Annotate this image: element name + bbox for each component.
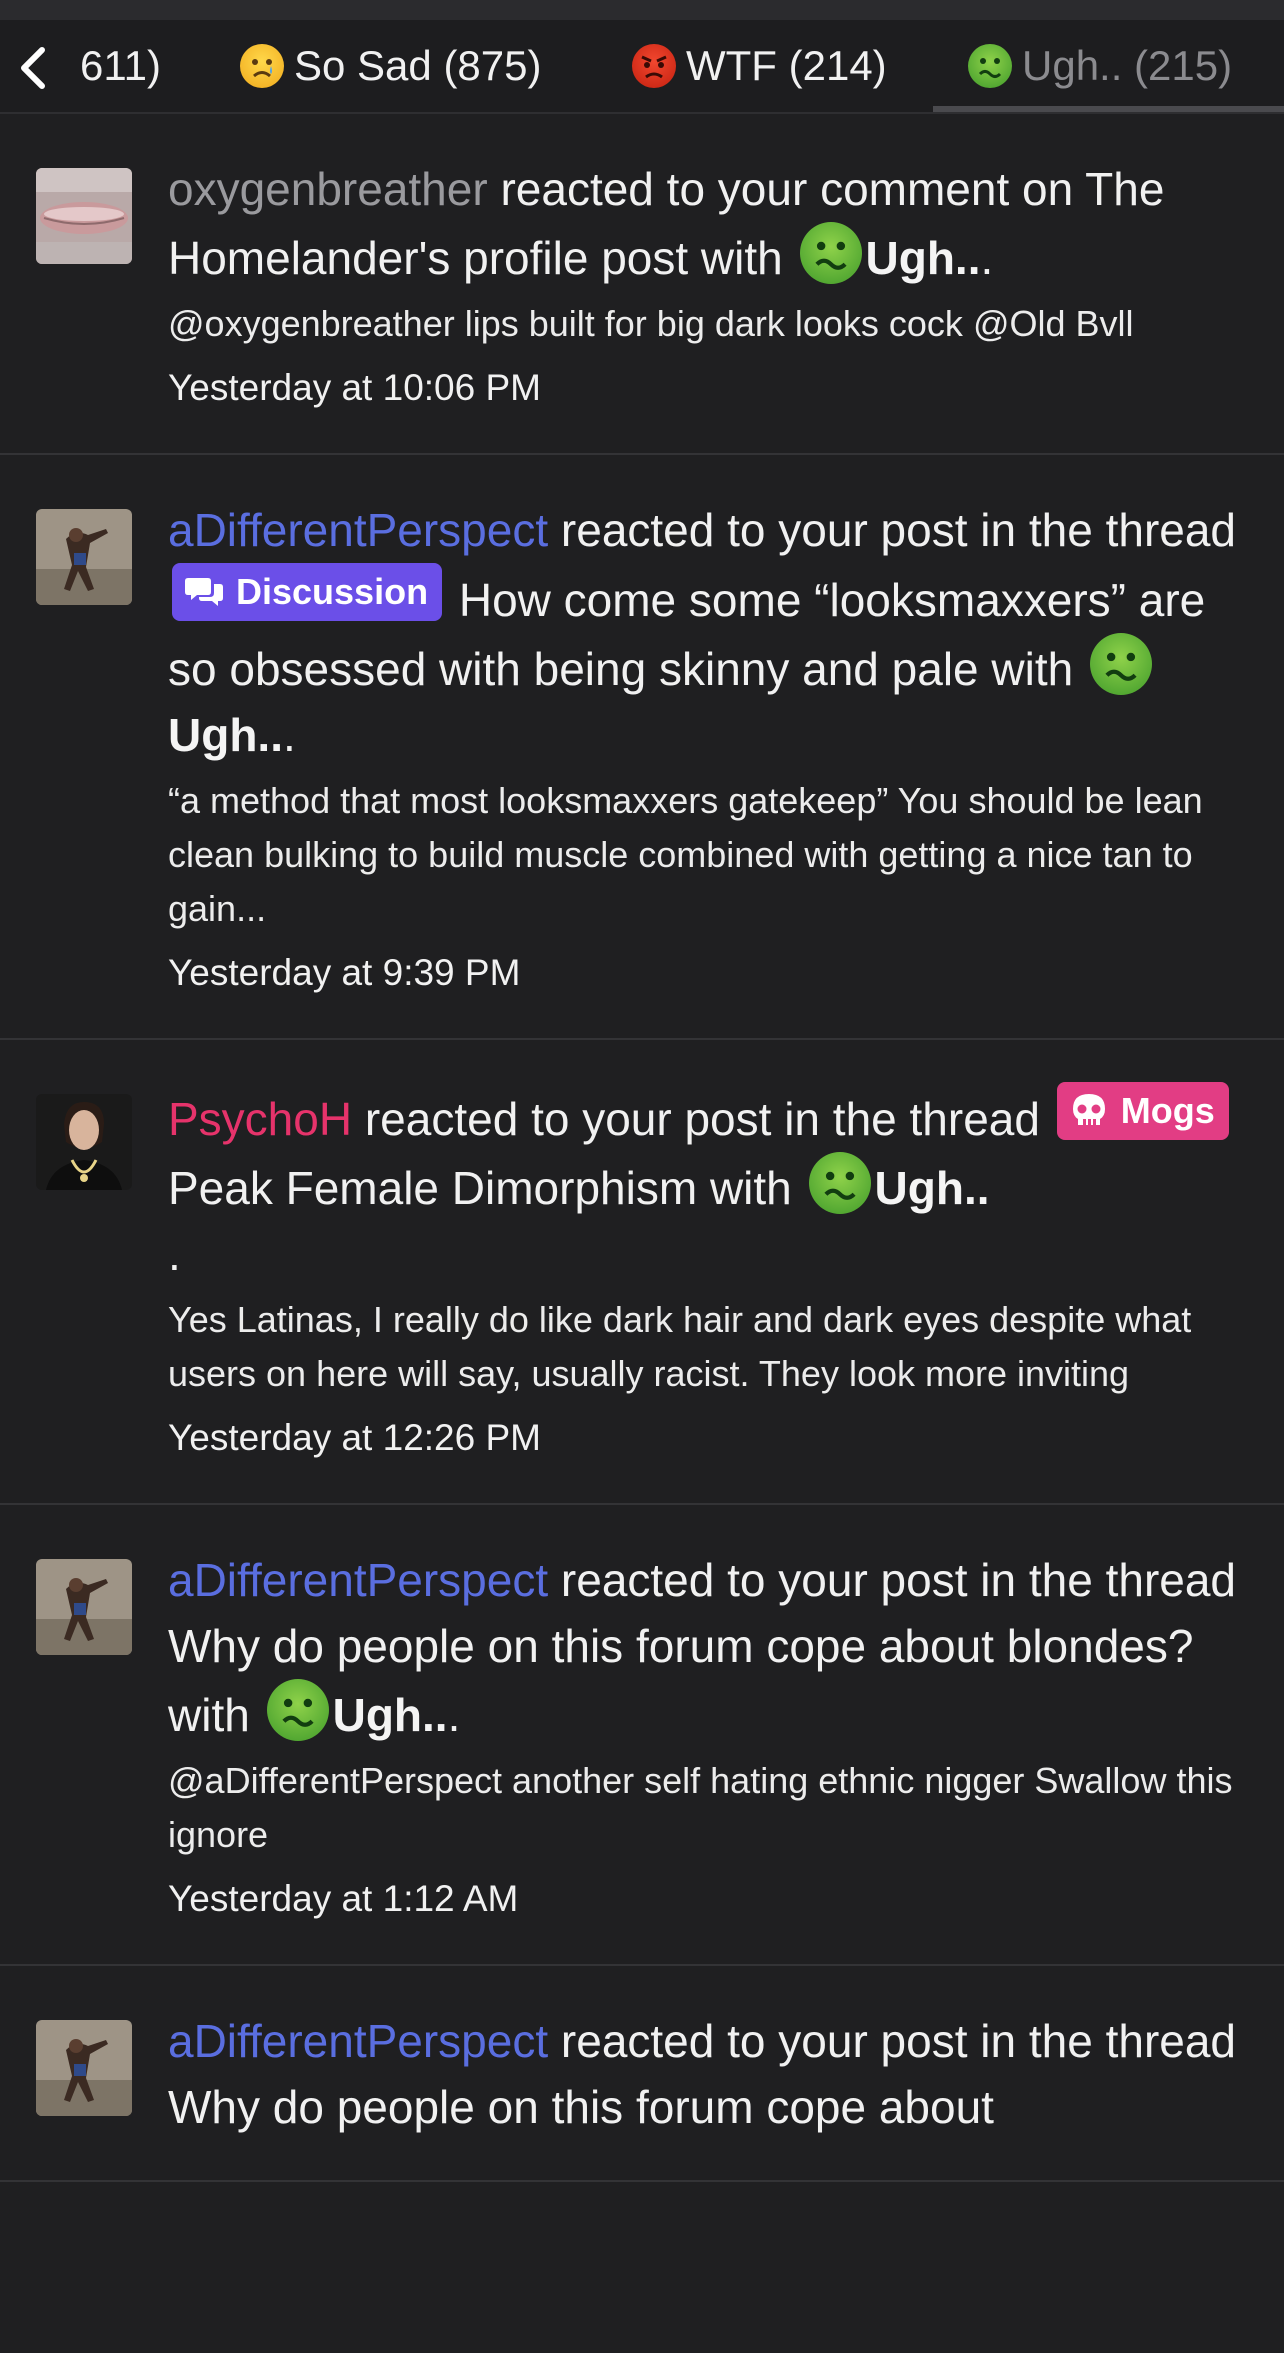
content-snippet[interactable]: “a method that most looksmaxxers gatekee… [168, 774, 1244, 936]
notification-headline: aDifferentPerspect reacted to your post … [168, 2008, 1244, 2140]
status-bar [0, 0, 1284, 20]
content-snippet[interactable]: Yes Latinas, I really do like dark hair … [168, 1293, 1244, 1401]
prefix-label: Mogs [1120, 1090, 1215, 1131]
nauseated-face-icon [808, 1152, 871, 1214]
tab-label: Ugh.. (215) [1022, 42, 1233, 89]
content-snippet[interactable]: @oxygenbreather lips built for big dark … [168, 297, 1244, 351]
notification-headline: oxygenbreather reacted to your comment o… [168, 156, 1244, 291]
notification-text[interactable]: reacted to your post in the thread [561, 504, 1236, 556]
tab-label: So Sad (875) [294, 42, 542, 89]
timestamp: Yesterday at 1:12 AM [168, 1878, 519, 1919]
username-link[interactable]: oxygenbreather [168, 163, 488, 215]
tab-ugh[interactable]: Ugh.. (215) [968, 42, 1232, 90]
tab-so-sad[interactable]: So Sad (875) [240, 42, 542, 90]
nauseated-face-icon [1090, 633, 1153, 695]
reaction-label: Ugh.. [168, 709, 283, 761]
thread-prefix-badge[interactable]: Discussion [172, 563, 443, 621]
timestamp: Yesterday at 12:26 PM [168, 1417, 541, 1458]
notification-headline: aDifferentPerspect reacted to your post … [168, 497, 1244, 768]
reaction-tail: . [168, 1228, 181, 1280]
notification-list: oxygenbreather reacted to your comment o… [0, 114, 1284, 2182]
username-link[interactable]: aDifferentPerspect [168, 2015, 548, 2067]
skull-icon [1072, 1094, 1105, 1125]
sad-face-icon [240, 44, 284, 88]
content-snippet[interactable]: @aDifferentPerspect another self hating … [168, 1754, 1244, 1862]
nauseated-face-icon [799, 222, 862, 284]
notification-item[interactable]: oxygenbreather reacted to your comment o… [0, 114, 1284, 455]
avatar[interactable] [36, 1559, 132, 1655]
avatar[interactable] [36, 168, 132, 264]
timestamp: Yesterday at 9:39 PM [168, 952, 521, 993]
nauseated-face-icon [968, 44, 1012, 88]
notification-item[interactable]: aDifferentPerspect reacted to your post … [0, 1505, 1284, 1966]
angry-face-icon [632, 44, 676, 88]
tab-wtf[interactable]: WTF (214) [632, 42, 887, 90]
avatar[interactable] [36, 2020, 132, 2116]
comments-icon [185, 578, 223, 606]
reaction-tail: . [980, 232, 994, 284]
thread-title[interactable]: Peak Female Dimorphism with [168, 1162, 792, 1214]
reaction-label: Ugh.. [332, 1689, 448, 1741]
nauseated-face-icon [266, 1679, 329, 1741]
back-chevron-icon[interactable] [14, 44, 54, 92]
reaction-tail: . [447, 1689, 461, 1741]
notification-headline: PsychoH reacted to your post in the thre… [168, 1082, 1244, 1287]
thread-prefix-badge[interactable]: Mogs [1056, 1082, 1229, 1140]
avatar[interactable] [36, 509, 132, 605]
username-link[interactable]: aDifferentPerspect [168, 504, 548, 556]
notification-item[interactable]: aDifferentPerspect reacted to your post … [0, 455, 1284, 1040]
reaction-tabs: 611) So Sad (875) WTF (214) Ugh.. (215) [0, 20, 1284, 114]
notification-headline: aDifferentPerspect reacted to your post … [168, 1547, 1244, 1748]
reaction-label: Ugh.. [874, 1162, 990, 1214]
username-link[interactable]: PsychoH [168, 1093, 352, 1145]
notification-item[interactable]: PsychoH reacted to your post in the thre… [0, 1040, 1284, 1505]
reaction-label: Ugh.. [865, 232, 981, 284]
notification-item[interactable]: aDifferentPerspect reacted to your post … [0, 1966, 1284, 2182]
tab-label: 611) [80, 42, 161, 89]
reaction-tail: . [282, 709, 296, 761]
tab-all-partial[interactable]: 611) [80, 42, 161, 90]
notification-text[interactable]: reacted to your post in the thread [365, 1093, 1040, 1145]
prefix-label: Discussion [236, 571, 429, 612]
active-tab-indicator [933, 106, 1284, 112]
timestamp: Yesterday at 10:06 PM [168, 367, 541, 408]
tab-label: WTF (214) [686, 42, 887, 89]
avatar[interactable] [36, 1094, 132, 1190]
username-link[interactable]: aDifferentPerspect [168, 1554, 548, 1606]
